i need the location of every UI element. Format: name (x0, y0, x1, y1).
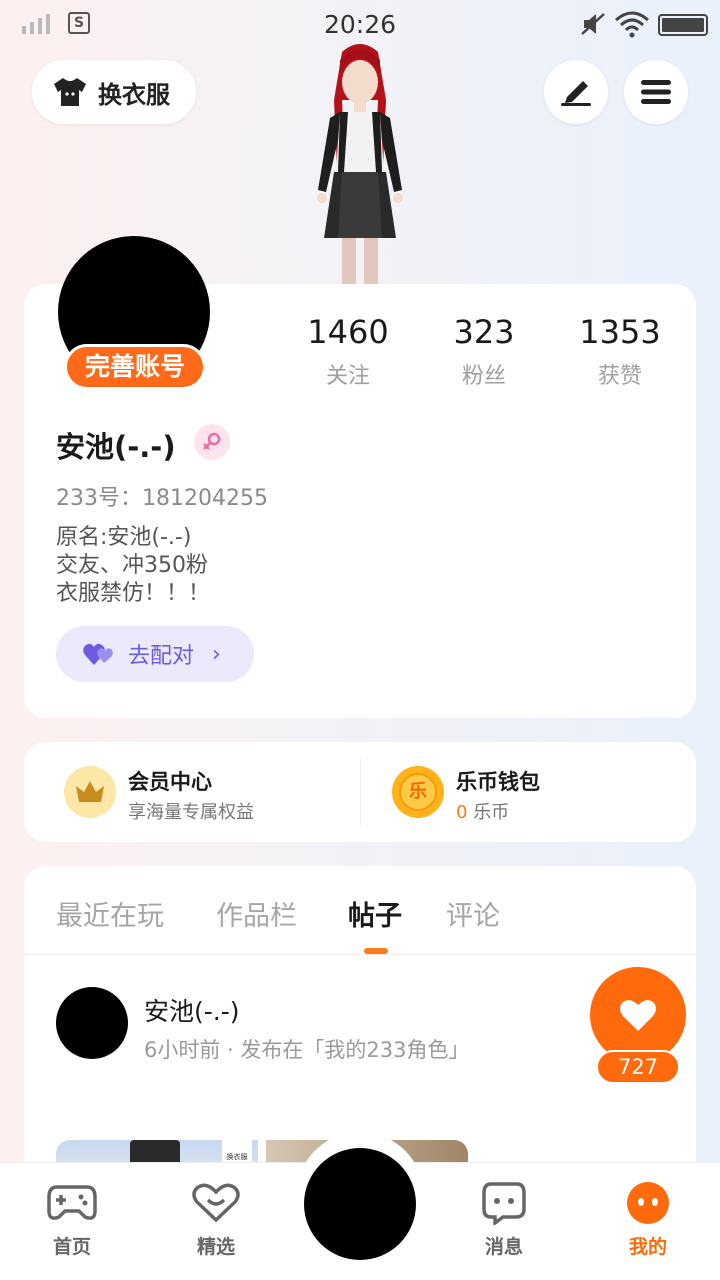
user-name: 安池(-.-) (56, 430, 176, 464)
nav-home[interactable]: 首页 (27, 1180, 117, 1259)
coin-amount: 0 (456, 802, 468, 823)
shirt-icon (54, 78, 86, 106)
match-button-label: 去配对 (128, 644, 195, 669)
heart-chat-icon (190, 1180, 242, 1226)
match-button[interactable]: 去配对 › (56, 626, 254, 682)
pen-icon (561, 81, 591, 106)
battery-icon (658, 14, 708, 36)
menu-button[interactable] (624, 60, 688, 124)
tab-posts[interactable]: 帖子 (348, 894, 402, 933)
vip-center-title[interactable]: 会员中心 (128, 766, 212, 796)
nav-messages[interactable]: 消息 (459, 1180, 549, 1259)
edit-button[interactable] (544, 60, 608, 124)
coin-unit: 乐币 (473, 802, 510, 823)
complete-account-badge[interactable]: 完善账号 (64, 344, 206, 390)
coin-wallet-title[interactable]: 乐币钱包 (456, 766, 540, 796)
status-time: 20:26 (323, 10, 397, 39)
stat-fans-value: 323 (453, 313, 515, 351)
gamepad-icon (46, 1180, 98, 1226)
change-outfit-button[interactable]: 换衣服 (32, 60, 196, 124)
change-outfit-label: 换衣服 (98, 80, 170, 109)
stat-following-value: 1460 (307, 313, 389, 351)
user-bio: 原名:安池(-.-) 交友、冲350粉 衣服禁仿！！！ (56, 524, 210, 608)
stat-likes-value: 1353 (579, 313, 661, 351)
center-avatar-button[interactable] (304, 1148, 416, 1260)
menu-icon (641, 80, 671, 104)
user-id: 233号：181204255 (56, 486, 268, 511)
post-author-name[interactable]: 安池(-.-) (144, 992, 240, 1028)
divider (24, 954, 696, 955)
stat-fans[interactable]: 323 粉丝 (419, 312, 549, 390)
stat-fans-label: 粉丝 (461, 364, 506, 389)
like-count: 727 (596, 1050, 680, 1084)
stat-following[interactable]: 1460 关注 (283, 312, 413, 390)
tab-comments[interactable]: 评论 (446, 894, 500, 933)
female-icon (194, 424, 230, 460)
tab-works[interactable]: 作品栏 (216, 894, 297, 933)
nav-featured-label: 精选 (196, 1236, 235, 1258)
bio-line: 衣服禁仿！！！ (56, 581, 211, 606)
nav-messages-label: 消息 (484, 1236, 523, 1258)
coin-balance: 0 乐币 (456, 798, 509, 824)
mute-icon (581, 13, 605, 35)
bio-line: 交友、冲350粉 (56, 553, 208, 578)
chevron-right-icon: › (212, 641, 221, 667)
stat-following-label: 关注 (325, 364, 370, 389)
nav-me[interactable]: 我的 (603, 1180, 693, 1259)
coin-icon-text: 乐 (399, 773, 437, 811)
post-author-avatar[interactable] (56, 987, 128, 1059)
coin-icon[interactable]: 乐 (392, 766, 444, 818)
message-icon (478, 1180, 530, 1226)
stat-likes-label: 获赞 (597, 364, 642, 389)
crown-icon[interactable] (64, 766, 116, 818)
hearts-icon (83, 643, 113, 665)
nav-featured[interactable]: 精选 (171, 1180, 261, 1259)
divider (360, 758, 361, 826)
post-meta: 6小时前 · 发布在「我的233角色」 (144, 1038, 470, 1062)
vip-center-subtitle: 享海量专属权益 (128, 802, 254, 823)
avatar-character[interactable] (282, 40, 438, 286)
tab-recent-play[interactable]: 最近在玩 (56, 894, 164, 933)
watermark-label: 换衣服 (222, 1140, 252, 1164)
face-icon (622, 1180, 674, 1226)
nav-home-label: 首页 (52, 1236, 91, 1258)
heart-icon (620, 1000, 656, 1031)
wifi-icon (615, 11, 649, 38)
nav-me-label: 我的 (628, 1236, 667, 1258)
stat-likes[interactable]: 1353 获赞 (555, 312, 685, 390)
like-button[interactable] (590, 967, 686, 1063)
bio-line: 原名:安池(-.-) (56, 525, 192, 550)
